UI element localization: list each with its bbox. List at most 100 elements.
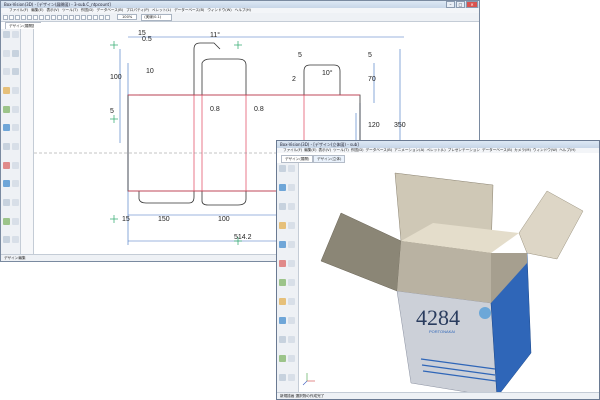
sub-menu-file[interactable]: ファイル(F): [283, 148, 302, 153]
rect-tool-icon[interactable]: [12, 49, 19, 57]
redo-icon[interactable]: [51, 14, 56, 20]
pallet-icon[interactable]: [279, 336, 286, 343]
paint-icon[interactable]: [279, 298, 286, 305]
light-icon[interactable]: [288, 222, 295, 229]
texture-icon[interactable]: [279, 222, 286, 229]
sub-status-bar: 新規描画 選択物の作成完了: [277, 392, 599, 399]
zoom-select[interactable]: 100%: [117, 14, 138, 20]
measure-icon[interactable]: [87, 14, 92, 20]
3d-view-icon[interactable]: [81, 14, 86, 20]
sub-status-text: 新規描画 選択物の作成完了: [280, 393, 325, 398]
help-icon[interactable]: [93, 14, 98, 20]
box-number-print: 4284: [416, 305, 460, 330]
tab-design-3d[interactable]: デザイン(立体): [313, 155, 346, 163]
fold-icon[interactable]: [279, 203, 286, 210]
sub-menu-database-2[interactable]: データーベース(B): [482, 148, 512, 153]
settings-icon[interactable]: [99, 14, 104, 20]
sub-menu-pallet[interactable]: ペレット(L): [426, 148, 445, 153]
pan-tool-icon[interactable]: [12, 236, 19, 244]
sub-menu-animation[interactable]: アニメーション(A): [394, 148, 424, 153]
sub-menu-edit[interactable]: 編集(E): [304, 148, 316, 153]
sub-menu-help[interactable]: ヘルプ(H): [559, 148, 575, 153]
paste-icon[interactable]: [39, 14, 44, 20]
snap-tool-icon[interactable]: [3, 198, 10, 206]
maximize-button[interactable]: □: [456, 1, 465, 8]
circle-tool-icon[interactable]: [3, 68, 10, 76]
print-view-icon[interactable]: [288, 298, 295, 305]
axis-icon[interactable]: [279, 374, 286, 381]
save-icon[interactable]: [15, 14, 20, 20]
open-file-icon[interactable]: [9, 14, 14, 20]
dimension-tool-icon[interactable]: [3, 142, 10, 150]
rotate-view-icon[interactable]: [279, 165, 286, 172]
select-tool-icon[interactable]: [3, 31, 10, 38]
dim-11-deg: 11°: [210, 31, 220, 39]
new-file-icon[interactable]: [3, 14, 8, 20]
line-style-select[interactable]: (実線/0.1): [141, 13, 173, 21]
trim-tool-icon[interactable]: [3, 86, 10, 94]
sub-menu-camera[interactable]: カメラ(M): [514, 148, 531, 153]
main-window-title: Box-Vision(3D) - [デザイン(展開図) - 3-sub.C_nt…: [4, 1, 111, 7]
cut-icon[interactable]: [27, 14, 32, 20]
sub-menu-tools[interactable]: ツール(T): [333, 148, 349, 153]
zoom-in-icon[interactable]: [57, 14, 62, 20]
line-tool-icon[interactable]: [12, 31, 19, 38]
render-icon[interactable]: [288, 260, 295, 267]
3d-viewport[interactable]: 4284 PORTONAKAI: [301, 163, 599, 393]
layer-view-icon[interactable]: [279, 279, 286, 286]
shade-icon[interactable]: [288, 279, 295, 286]
pan-view-icon[interactable]: [288, 165, 295, 172]
sub-menu-presentation[interactable]: プレゼンテーション: [448, 148, 480, 153]
fillet-tool-icon[interactable]: [3, 105, 10, 113]
zoom-view-icon[interactable]: [279, 184, 286, 191]
box-view-icon[interactable]: [279, 260, 286, 267]
main-status-text: デザイン編集: [4, 255, 26, 260]
erase-tool-icon[interactable]: [12, 180, 19, 188]
layer-icon[interactable]: [75, 14, 80, 20]
group-tool-icon[interactable]: [12, 217, 19, 225]
zoom-out-icon[interactable]: [63, 14, 68, 20]
dim-70: 70: [368, 76, 376, 83]
offset-tool-icon[interactable]: [12, 105, 19, 113]
mirror-tool-icon[interactable]: [3, 124, 10, 132]
extend-tool-icon[interactable]: [12, 86, 19, 94]
cut-line-tool-icon[interactable]: [12, 161, 19, 169]
undo-icon[interactable]: [45, 14, 50, 20]
window-icon[interactable]: [105, 14, 110, 20]
sub-menu-database[interactable]: データベース(B): [366, 148, 393, 153]
copy-icon[interactable]: [33, 14, 38, 20]
measure-3d-icon[interactable]: [279, 355, 286, 362]
settings-3d-icon[interactable]: [288, 336, 295, 343]
text-tool-icon[interactable]: [12, 142, 19, 150]
unfold-icon[interactable]: [288, 203, 295, 210]
export-icon[interactable]: [279, 317, 286, 324]
grid-3d-icon[interactable]: [288, 355, 295, 362]
pen-tool-icon[interactable]: [3, 180, 10, 188]
hatch-tool-icon[interactable]: [12, 198, 19, 206]
dim-0-5: 0.5: [142, 36, 152, 43]
measure-tool-icon[interactable]: [3, 236, 10, 244]
dim-5-left: 5: [110, 108, 114, 115]
camera-icon[interactable]: [279, 241, 286, 248]
dim-5-b: 5: [368, 52, 372, 59]
arc-tool-icon[interactable]: [3, 49, 10, 57]
fold-line-tool-icon[interactable]: [3, 161, 10, 169]
rotate-tool-icon[interactable]: [12, 124, 19, 132]
curve-tool-icon[interactable]: [12, 68, 19, 76]
grid-icon[interactable]: [69, 14, 74, 20]
sub-3d-window: Box-Vision(3D) - [デザイン(立体図) - sub] ファイル(…: [276, 140, 600, 400]
sub-menu-window[interactable]: ウィンドウ(W): [533, 148, 557, 153]
fit-view-icon[interactable]: [288, 184, 295, 191]
material-icon[interactable]: [288, 241, 295, 248]
sub-window-title: Box-Vision(3D) - [デザイン(立体図) - sub]: [280, 141, 359, 147]
layer-tool-icon[interactable]: [3, 217, 10, 225]
close-button[interactable]: ✕: [466, 1, 478, 8]
sub-title-bar: Box-Vision(3D) - [デザイン(立体図) - sub]: [277, 141, 599, 148]
print-icon[interactable]: [21, 14, 26, 20]
tab-design-unfold[interactable]: デザイン(展開): [281, 155, 314, 163]
sub-menu-draw[interactable]: 作図(D): [351, 148, 364, 153]
sub-menu-view[interactable]: 表示(V): [319, 148, 331, 153]
reset-view-icon[interactable]: [288, 374, 295, 381]
minimize-button[interactable]: –: [446, 1, 455, 8]
animation-icon[interactable]: [288, 317, 295, 324]
